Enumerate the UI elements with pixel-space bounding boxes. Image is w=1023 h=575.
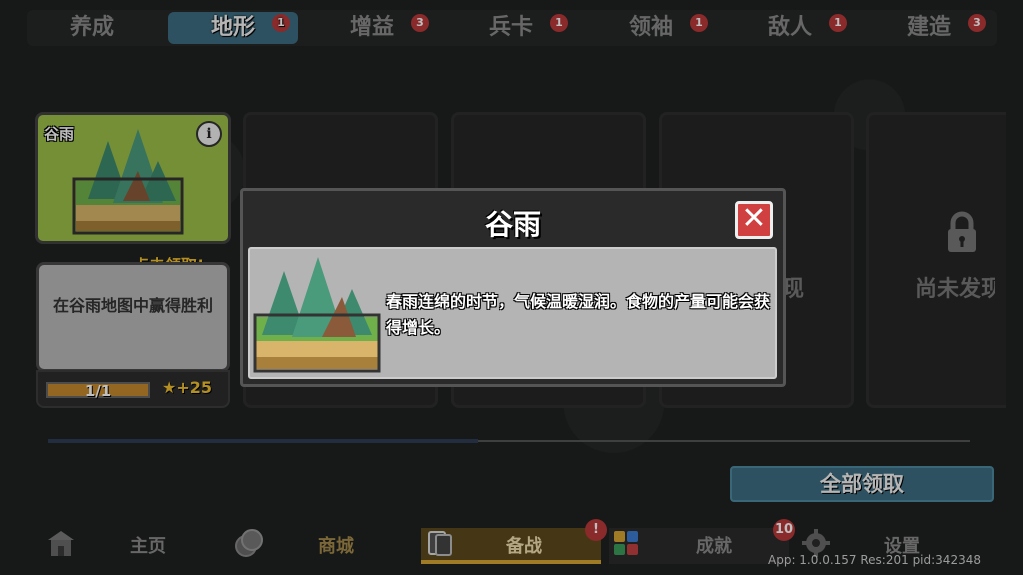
terrain-detail-modal: 谷雨 ✕ 春雨连绵的时节，气候温暖湿润。食物的产量可能会获得增长。 <box>240 188 786 387</box>
modal-description: 春雨连绵的时节，气候温暖湿润。食物的产量可能会获得增长。 <box>386 292 771 337</box>
modal-body: 春雨连绵的时节，气候温暖湿润。食物的产量可能会获得增长。 <box>248 247 777 379</box>
close-icon: ✕ <box>741 201 767 236</box>
forest-terrain-image <box>253 257 381 373</box>
close-button[interactable]: ✕ <box>735 201 773 239</box>
modal-title: 谷雨 <box>484 208 541 241</box>
